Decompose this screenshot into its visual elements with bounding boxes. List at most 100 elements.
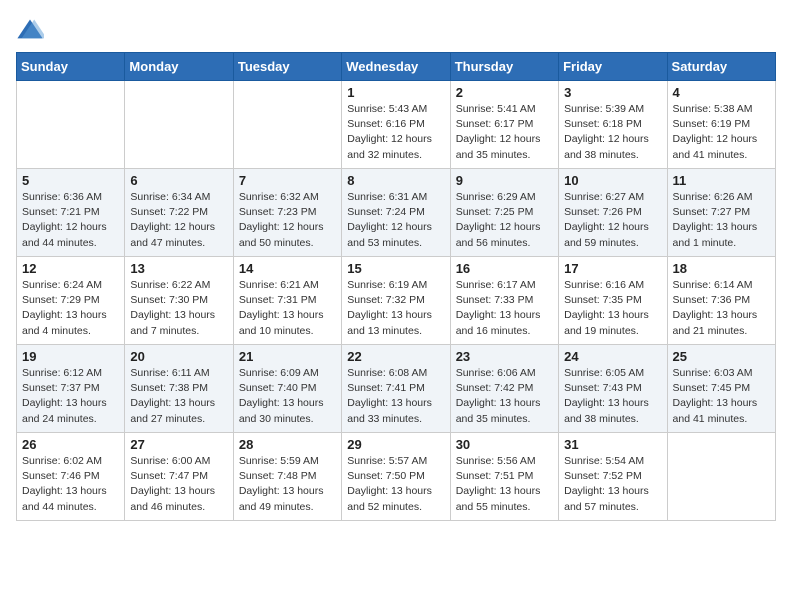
calendar-cell xyxy=(233,81,341,169)
day-number: 24 xyxy=(564,349,661,364)
calendar-cell: 6 Sunrise: 6:34 AMSunset: 7:22 PMDaylight… xyxy=(125,169,233,257)
calendar-cell: 15Sunrise: 6:19 AMSunset: 7:32 PMDayligh… xyxy=(342,257,450,345)
calendar-cell xyxy=(17,81,125,169)
day-number: 30 xyxy=(456,437,553,452)
calendar-cell: 17 Sunrise: 6:16 AMSunset: 7:35 PMDayligh… xyxy=(559,257,667,345)
day-info: Sunrise: 6:02 AMSunset: 7:46 PMDaylight:… xyxy=(22,454,119,515)
calendar-cell: 11 Sunrise: 6:26 AMSunset: 7:27 PMDayligh… xyxy=(667,169,775,257)
calendar-cell: 31 Sunrise: 5:54 AMSunset: 7:52 PMDayligh… xyxy=(559,433,667,521)
day-number: 28 xyxy=(239,437,336,452)
calendar-cell: 20 Sunrise: 6:11 AMSunset: 7:38 PMDayligh… xyxy=(125,345,233,433)
calendar-header: SundayMondayTuesdayWednesdayThursdayFrid… xyxy=(17,53,776,81)
day-info: Sunrise: 5:38 AMSunset: 6:19 PMDaylight:… xyxy=(673,102,770,163)
calendar-cell: 29 Sunrise: 5:57 AMSunset: 7:50 PMDayligh… xyxy=(342,433,450,521)
day-number: 8 xyxy=(347,173,444,188)
day-info: Sunrise: 6:24 AMSunset: 7:29 PMDaylight:… xyxy=(22,278,119,339)
day-number: 23 xyxy=(456,349,553,364)
day-header-tuesday: Tuesday xyxy=(233,53,341,81)
calendar-cell: 2Sunrise: 5:41 AMSunset: 6:17 PMDaylight… xyxy=(450,81,558,169)
day-info: Sunrise: 6:16 AMSunset: 7:35 PMDaylight:… xyxy=(564,278,661,339)
day-info: Sunrise: 5:56 AMSunset: 7:51 PMDaylight:… xyxy=(456,454,553,515)
day-number: 31 xyxy=(564,437,661,452)
day-number: 22 xyxy=(347,349,444,364)
calendar-cell: 8 Sunrise: 6:31 AMSunset: 7:24 PMDaylight… xyxy=(342,169,450,257)
day-number: 4 xyxy=(673,85,770,100)
day-info: Sunrise: 6:31 AMSunset: 7:24 PMDaylight:… xyxy=(347,190,444,251)
calendar-cell: 3 Sunrise: 5:39 AMSunset: 6:18 PMDaylight… xyxy=(559,81,667,169)
day-info: Sunrise: 6:32 AMSunset: 7:23 PMDaylight:… xyxy=(239,190,336,251)
calendar-cell: 5 Sunrise: 6:36 AMSunset: 7:21 PMDaylight… xyxy=(17,169,125,257)
day-header-monday: Monday xyxy=(125,53,233,81)
day-header-wednesday: Wednesday xyxy=(342,53,450,81)
day-number: 19 xyxy=(22,349,119,364)
day-info: Sunrise: 6:05 AMSunset: 7:43 PMDaylight:… xyxy=(564,366,661,427)
day-number: 6 xyxy=(130,173,227,188)
day-info: Sunrise: 6:26 AMSunset: 7:27 PMDaylight:… xyxy=(673,190,770,251)
day-info: Sunrise: 5:59 AMSunset: 7:48 PMDaylight:… xyxy=(239,454,336,515)
calendar-cell: 25Sunrise: 6:03 AMSunset: 7:45 PMDayligh… xyxy=(667,345,775,433)
day-info: Sunrise: 6:21 AMSunset: 7:31 PMDaylight:… xyxy=(239,278,336,339)
day-info: Sunrise: 6:29 AMSunset: 7:25 PMDaylight:… xyxy=(456,190,553,251)
day-number: 21 xyxy=(239,349,336,364)
day-number: 20 xyxy=(130,349,227,364)
calendar-cell: 27 Sunrise: 6:00 AMSunset: 7:47 PMDayligh… xyxy=(125,433,233,521)
day-number: 16 xyxy=(456,261,553,276)
day-number: 27 xyxy=(130,437,227,452)
day-number: 9 xyxy=(456,173,553,188)
day-number: 3 xyxy=(564,85,661,100)
day-number: 12 xyxy=(22,261,119,276)
calendar-week-4: 19Sunrise: 6:12 AMSunset: 7:37 PMDayligh… xyxy=(17,345,776,433)
day-number: 17 xyxy=(564,261,661,276)
day-info: Sunrise: 6:00 AMSunset: 7:47 PMDaylight:… xyxy=(130,454,227,515)
calendar-cell: 1Sunrise: 5:43 AMSunset: 6:16 PMDaylight… xyxy=(342,81,450,169)
calendar-cell: 13 Sunrise: 6:22 AMSunset: 7:30 PMDayligh… xyxy=(125,257,233,345)
day-number: 29 xyxy=(347,437,444,452)
calendar-cell: 28 Sunrise: 5:59 AMSunset: 7:48 PMDayligh… xyxy=(233,433,341,521)
calendar-body: 1Sunrise: 5:43 AMSunset: 6:16 PMDaylight… xyxy=(17,81,776,521)
calendar-cell: 14 Sunrise: 6:21 AMSunset: 7:31 PMDayligh… xyxy=(233,257,341,345)
calendar-cell: 16 Sunrise: 6:17 AMSunset: 7:33 PMDayligh… xyxy=(450,257,558,345)
day-info: Sunrise: 6:06 AMSunset: 7:42 PMDaylight:… xyxy=(456,366,553,427)
day-number: 14 xyxy=(239,261,336,276)
day-number: 13 xyxy=(130,261,227,276)
calendar-cell: 18 Sunrise: 6:14 AMSunset: 7:36 PMDayligh… xyxy=(667,257,775,345)
day-number: 11 xyxy=(673,173,770,188)
day-header-sunday: Sunday xyxy=(17,53,125,81)
calendar-cell: 4 Sunrise: 5:38 AMSunset: 6:19 PMDaylight… xyxy=(667,81,775,169)
calendar-week-2: 5 Sunrise: 6:36 AMSunset: 7:21 PMDaylight… xyxy=(17,169,776,257)
day-number: 26 xyxy=(22,437,119,452)
calendar-cell: 30 Sunrise: 5:56 AMSunset: 7:51 PMDayligh… xyxy=(450,433,558,521)
day-info: Sunrise: 6:36 AMSunset: 7:21 PMDaylight:… xyxy=(22,190,119,251)
day-info: Sunrise: 6:11 AMSunset: 7:38 PMDaylight:… xyxy=(130,366,227,427)
calendar-cell: 23 Sunrise: 6:06 AMSunset: 7:42 PMDayligh… xyxy=(450,345,558,433)
day-number: 7 xyxy=(239,173,336,188)
days-of-week-row: SundayMondayTuesdayWednesdayThursdayFrid… xyxy=(17,53,776,81)
calendar-cell: 21 Sunrise: 6:09 AMSunset: 7:40 PMDayligh… xyxy=(233,345,341,433)
day-info: Sunrise: 6:08 AMSunset: 7:41 PMDaylight:… xyxy=(347,366,444,427)
calendar-cell: 26 Sunrise: 6:02 AMSunset: 7:46 PMDayligh… xyxy=(17,433,125,521)
calendar-week-3: 12 Sunrise: 6:24 AMSunset: 7:29 PMDayligh… xyxy=(17,257,776,345)
day-info: Sunrise: 6:17 AMSunset: 7:33 PMDaylight:… xyxy=(456,278,553,339)
day-info: Sunrise: 5:57 AMSunset: 7:50 PMDaylight:… xyxy=(347,454,444,515)
calendar-cell: 7 Sunrise: 6:32 AMSunset: 7:23 PMDaylight… xyxy=(233,169,341,257)
day-info: Sunrise: 6:34 AMSunset: 7:22 PMDaylight:… xyxy=(130,190,227,251)
day-header-thursday: Thursday xyxy=(450,53,558,81)
logo xyxy=(16,16,48,44)
calendar-cell: 19Sunrise: 6:12 AMSunset: 7:37 PMDayligh… xyxy=(17,345,125,433)
calendar-cell xyxy=(125,81,233,169)
day-header-friday: Friday xyxy=(559,53,667,81)
day-header-saturday: Saturday xyxy=(667,53,775,81)
day-number: 18 xyxy=(673,261,770,276)
day-info: Sunrise: 5:39 AMSunset: 6:18 PMDaylight:… xyxy=(564,102,661,163)
day-info: Sunrise: 5:54 AMSunset: 7:52 PMDaylight:… xyxy=(564,454,661,515)
calendar-cell: 9 Sunrise: 6:29 AMSunset: 7:25 PMDaylight… xyxy=(450,169,558,257)
day-info: Sunrise: 6:14 AMSunset: 7:36 PMDaylight:… xyxy=(673,278,770,339)
day-number: 25 xyxy=(673,349,770,364)
day-info: Sunrise: 6:27 AMSunset: 7:26 PMDaylight:… xyxy=(564,190,661,251)
day-info: Sunrise: 6:22 AMSunset: 7:30 PMDaylight:… xyxy=(130,278,227,339)
day-number: 5 xyxy=(22,173,119,188)
logo-icon xyxy=(16,16,44,44)
calendar-table: SundayMondayTuesdayWednesdayThursdayFrid… xyxy=(16,52,776,521)
calendar-cell xyxy=(667,433,775,521)
day-info: Sunrise: 6:09 AMSunset: 7:40 PMDaylight:… xyxy=(239,366,336,427)
